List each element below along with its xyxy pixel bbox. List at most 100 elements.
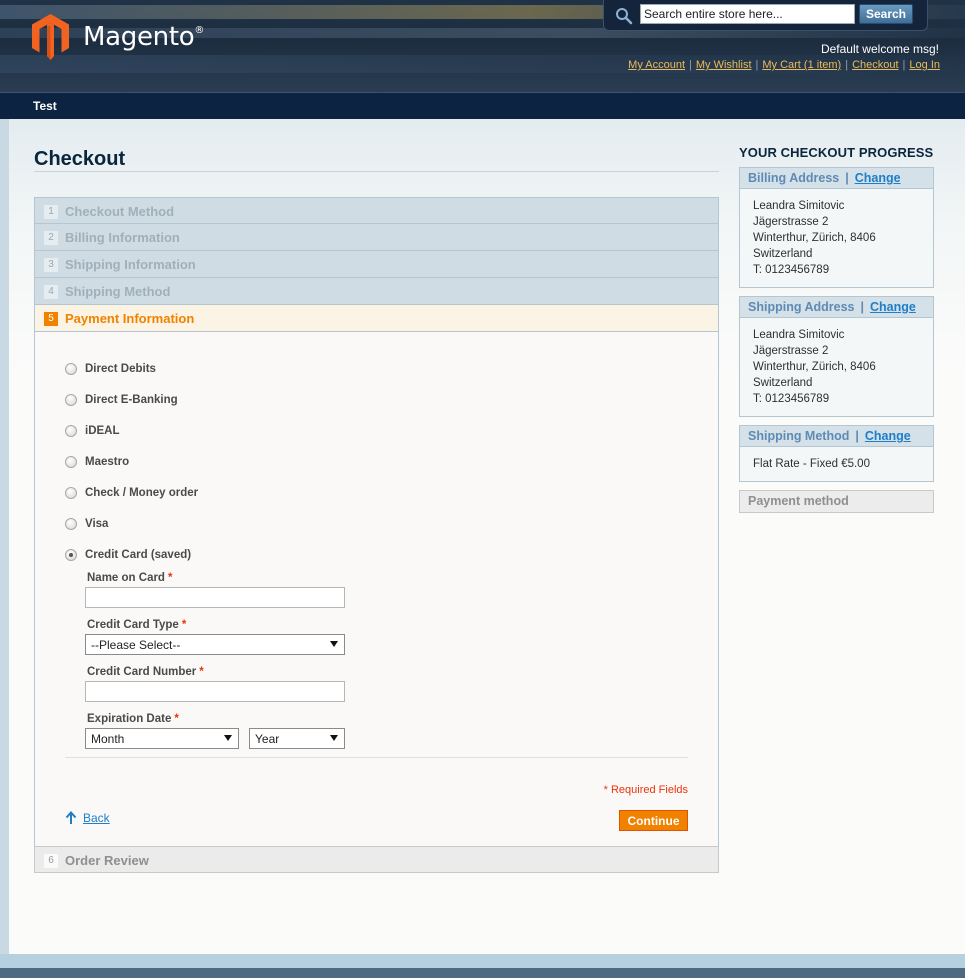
radio-button[interactable]: [65, 456, 77, 468]
search-icon: [616, 8, 633, 25]
shipping-address-content: Leandra Simitovic Jägerstrasse 2 Wintert…: [740, 318, 933, 416]
step-shipping-method[interactable]: 4 Shipping Method: [34, 278, 719, 305]
expiration-date-label: Expiration Date *: [87, 713, 179, 725]
credit-card-number-label: Credit Card Number *: [87, 666, 204, 678]
payment-option-maestro[interactable]: Maestro: [65, 456, 129, 468]
my-account-link[interactable]: My Account: [628, 59, 685, 71]
shipping-address-block: Shipping Address | Change Leandra Simitovi…: [739, 296, 934, 417]
address-line: T: 0123456789: [753, 393, 830, 405]
continue-button[interactable]: Continue: [619, 810, 688, 831]
name-on-card-label: Name on Card *: [87, 572, 173, 584]
radio-button[interactable]: [65, 518, 77, 530]
payment-method-block: Payment method: [739, 490, 934, 513]
radio-button-selected[interactable]: [65, 549, 77, 561]
required-fields-note: * Required Fields: [603, 784, 688, 796]
form-divider: [65, 757, 688, 758]
address-line: Leandra Simitovic: [753, 329, 845, 341]
checkout-progress-sidebar: YOUR CHECKOUT PROGRESS Billing Address | C…: [739, 145, 934, 521]
expiration-month-select[interactable]: Month: [85, 728, 239, 749]
step-number: 1: [44, 205, 58, 219]
payment-option-direct-ebanking[interactable]: Direct E-Banking: [65, 394, 178, 406]
address-line: Leandra Simitovic: [753, 200, 845, 212]
radio-button[interactable]: [65, 487, 77, 499]
link-separator: |: [845, 59, 849, 71]
site-header: Magento® Search Default welcome msg! My …: [0, 0, 965, 92]
billing-address-block: Billing Address | Change Leandra Simitovic…: [739, 167, 934, 288]
radio-button[interactable]: [65, 394, 77, 406]
credit-card-type-label: Credit Card Type *: [87, 619, 187, 631]
dropdown-arrow-icon: [330, 735, 338, 741]
payment-method-header: Payment method: [740, 491, 933, 512]
link-separator: |: [689, 59, 692, 71]
step-number: 2: [44, 231, 58, 245]
step-number: 6: [44, 854, 58, 868]
payment-option-ideal[interactable]: iDEAL: [65, 425, 120, 437]
back-link-wrap: Back: [65, 811, 110, 825]
step-shipping-information[interactable]: 3 Shipping Information: [34, 251, 719, 278]
address-line: Switzerland: [753, 377, 813, 389]
payment-option-label: iDEAL: [85, 425, 120, 437]
change-billing-link[interactable]: Change: [855, 171, 901, 185]
step-billing-information[interactable]: 2 Billing Information: [34, 224, 719, 251]
shipping-method-content: Flat Rate - Fixed €5.00: [740, 447, 933, 481]
title-divider: [34, 171, 719, 172]
payment-section: Direct Debits Direct E-Banking iDEAL Mae…: [34, 332, 719, 846]
billing-address-header: Billing Address | Change: [740, 168, 933, 189]
step-order-review[interactable]: 6 Order Review: [34, 846, 719, 873]
step-label: Shipping Information: [65, 257, 196, 272]
magento-logo-icon: [32, 14, 69, 60]
shipping-method-value: Flat Rate - Fixed €5.00: [753, 458, 870, 470]
site-logo[interactable]: Magento®: [32, 14, 204, 60]
main-content: Checkout 1 Checkout Method 2 Billing Inf…: [9, 119, 965, 954]
payment-option-check-money-order[interactable]: Check / Money order: [65, 487, 198, 499]
step-number: 5: [44, 312, 58, 326]
my-cart-link[interactable]: My Cart (1 item): [762, 59, 841, 71]
step-label: Checkout Method: [65, 204, 175, 219]
shipping-address-header: Shipping Address | Change: [740, 297, 933, 318]
step-number: 4: [44, 285, 58, 299]
log-in-link[interactable]: Log In: [909, 59, 940, 71]
search-form: Search: [603, 0, 928, 31]
credit-card-number-input[interactable]: [85, 681, 345, 702]
logo-text: Magento®: [83, 22, 205, 52]
nav-item-test[interactable]: Test: [33, 99, 57, 113]
credit-card-type-select[interactable]: --Please Select--: [85, 634, 345, 655]
address-line: Jägerstrasse 2: [753, 216, 829, 228]
address-line: Winterthur, Zürich, 8406: [753, 361, 876, 373]
dropdown-arrow-icon: [330, 641, 338, 647]
payment-option-visa[interactable]: Visa: [65, 518, 108, 530]
footer-band: [0, 968, 965, 978]
arrow-up-icon: [65, 811, 77, 824]
payment-option-label: Visa: [85, 518, 109, 530]
back-link[interactable]: Back: [83, 811, 110, 825]
billing-address-content: Leandra Simitovic Jägerstrasse 2 Wintert…: [740, 189, 933, 287]
address-line: Jägerstrasse 2: [753, 345, 829, 357]
payment-option-direct-debits[interactable]: Direct Debits: [65, 363, 156, 375]
radio-button[interactable]: [65, 425, 77, 437]
checkout-link[interactable]: Checkout: [852, 59, 898, 71]
link-separator: |: [902, 59, 906, 71]
dropdown-arrow-icon: [224, 735, 232, 741]
step-payment-information[interactable]: 5 Payment Information: [34, 305, 719, 332]
name-on-card-input[interactable]: [85, 587, 345, 608]
search-input[interactable]: [640, 4, 855, 24]
expiration-year-select[interactable]: Year: [249, 728, 345, 749]
my-wishlist-link[interactable]: My Wishlist: [696, 59, 752, 71]
step-label: Payment Information: [65, 311, 195, 326]
payment-option-credit-card-saved[interactable]: Credit Card (saved): [65, 549, 191, 561]
payment-option-label: Check / Money order: [85, 487, 199, 499]
search-button[interactable]: Search: [859, 4, 913, 24]
step-number: 3: [44, 258, 58, 272]
step-checkout-method[interactable]: 1 Checkout Method: [34, 197, 719, 224]
change-shipping-method-link[interactable]: Change: [865, 429, 911, 443]
top-links: My Account | My Wishlist | My Cart (1 item) |…: [628, 59, 940, 71]
address-line: Switzerland: [753, 248, 813, 260]
link-separator: |: [755, 59, 759, 71]
address-line: T: 0123456789: [753, 264, 830, 276]
shipping-method-header: Shipping Method | Change: [740, 426, 933, 447]
change-shipping-link[interactable]: Change: [870, 300, 916, 314]
radio-button[interactable]: [65, 363, 77, 375]
payment-option-label: Maestro: [85, 456, 130, 468]
step-label: Shipping Method: [65, 284, 171, 299]
checkout-progress-title: YOUR CHECKOUT PROGRESS: [739, 145, 934, 160]
